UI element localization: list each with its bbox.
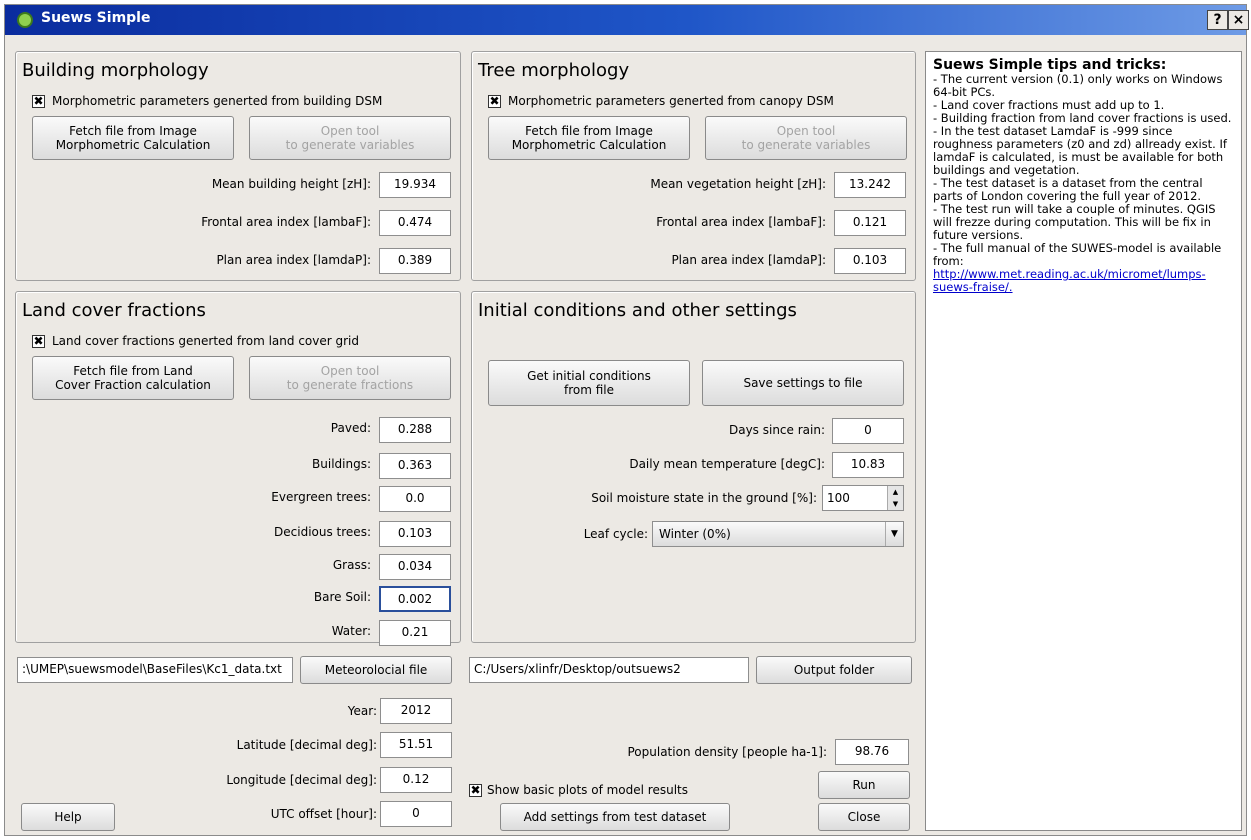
title-bar: Suews Simple ? × — [5, 5, 1249, 35]
tree-height-label: Mean vegetation height [zH]: — [650, 177, 826, 191]
chevron-down-icon: ▼ — [885, 522, 903, 546]
initial-conditions-title: Initial conditions and other settings — [478, 300, 797, 321]
bare-soil-field[interactable]: 0.002 — [379, 586, 451, 612]
qgis-logo-icon — [17, 12, 33, 28]
window-title: Suews Simple — [41, 10, 151, 26]
paved-label: Paved: — [330, 421, 371, 435]
days-since-rain-label: Days since rain: — [728, 423, 825, 437]
tree-height-field[interactable]: 13.242 — [834, 172, 906, 198]
year-field[interactable]: 2012 — [380, 698, 452, 724]
tips-title: Suews Simple tips and tricks: — [933, 57, 1167, 73]
close-title-button[interactable]: × — [1228, 10, 1249, 30]
land-cover-group: Land cover fractions ✖ Land cover fracti… — [15, 291, 461, 646]
tips-line: - The full manual of the SUWES-model is … — [933, 241, 1222, 268]
spin-down-icon[interactable]: ▼ — [888, 498, 903, 510]
help-title-button[interactable]: ? — [1207, 10, 1228, 30]
building-height-field[interactable]: 19.934 — [379, 172, 451, 198]
fetch-building-button[interactable]: Fetch file from Image Morphometric Calcu… — [32, 116, 234, 160]
buildings-label: Buildings: — [312, 457, 371, 471]
help-button[interactable]: Help — [21, 803, 115, 831]
population-density-field[interactable]: 98.76 — [835, 739, 909, 765]
building-frontal-field[interactable]: 0.474 — [379, 210, 451, 236]
initial-conditions-group: Initial conditions and other settings Ge… — [471, 291, 916, 643]
latitude-label: Latitude [decimal deg]: — [236, 738, 377, 752]
tree-frontal-field[interactable]: 0.121 — [834, 210, 906, 236]
building-dsm-label: Morphometric parameters generted from bu… — [52, 94, 383, 108]
met-file-path-field[interactable]: :\UMEP\suewsmodel\BaseFiles\Kc1_data.txt — [17, 657, 293, 683]
close-button[interactable]: Close — [818, 803, 910, 831]
open-land-cover-tool-button[interactable]: Open tool to generate fractions — [249, 356, 451, 400]
water-field[interactable]: 0.21 — [379, 620, 451, 646]
save-settings-button[interactable]: Save settings to file — [702, 360, 904, 406]
buildings-field[interactable]: 0.363 — [379, 453, 451, 479]
daily-mean-temperature-label: Daily mean temperature [degC]: — [629, 457, 825, 471]
longitude-label: Longitude [decimal deg]: — [226, 773, 377, 787]
building-plan-field[interactable]: 0.389 — [379, 248, 451, 274]
decidious-trees-label: Decidious trees: — [274, 525, 371, 539]
decidious-trees-field[interactable]: 0.103 — [379, 521, 451, 547]
land-cover-grid-label: Land cover fractions generted from land … — [52, 334, 359, 348]
get-initial-conditions-button[interactable]: Get initial conditions from file — [488, 360, 690, 406]
tree-frontal-label: Frontal area index [lambaF]: — [656, 215, 826, 229]
days-since-rain-field[interactable]: 0 — [832, 418, 904, 444]
fetch-land-cover-button[interactable]: Fetch file from Land Cover Fraction calc… — [32, 356, 234, 400]
tree-plan-label: Plan area index [lamdaP]: — [671, 253, 826, 267]
leaf-cycle-select[interactable]: Winter (0%) ▼ — [652, 521, 904, 547]
land-cover-grid-checkbox[interactable]: ✖ — [32, 335, 45, 348]
tree-morphology-title: Tree morphology — [478, 60, 630, 81]
fetch-tree-button[interactable]: Fetch file from Image Morphometric Calcu… — [488, 116, 690, 160]
manual-link[interactable]: http://www.met.reading.ac.uk/micromet/lu… — [933, 268, 1234, 294]
utc-offset-field[interactable]: 0 — [380, 801, 452, 827]
bare-soil-label: Bare Soil: — [313, 590, 371, 604]
evergreen-trees-field[interactable]: 0.0 — [379, 486, 451, 512]
tips-line: - The current version (0.1) only works o… — [933, 72, 1223, 99]
utc-offset-label: UTC offset [hour]: — [270, 807, 377, 821]
soil-moisture-spinbox[interactable]: 100 ▲ ▼ — [822, 485, 904, 511]
meteorological-file-button[interactable]: Meteorolocial file — [300, 656, 452, 684]
output-folder-path-field[interactable]: C:/Users/xlinfr/Desktop/outsuews2 — [469, 657, 749, 683]
open-building-tool-button[interactable]: Open tool to generate variables — [249, 116, 451, 160]
tips-line: - The test run will take a couple of min… — [933, 202, 1216, 242]
longitude-field[interactable]: 0.12 — [380, 767, 452, 793]
canopy-dsm-checkbox[interactable]: ✖ — [488, 95, 501, 108]
building-morphology-title: Building morphology — [22, 60, 209, 81]
building-plan-label: Plan area index [lamdaP]: — [216, 253, 371, 267]
daily-mean-temperature-field[interactable]: 10.83 — [832, 452, 904, 478]
paved-field[interactable]: 0.288 — [379, 417, 451, 443]
latitude-field[interactable]: 51.51 — [380, 732, 452, 758]
grass-field[interactable]: 0.034 — [379, 554, 451, 580]
year-label: Year: — [347, 704, 377, 718]
building-dsm-checkbox[interactable]: ✖ — [32, 95, 45, 108]
tips-panel: Suews Simple tips and tricks: - The curr… — [925, 51, 1242, 831]
tips-line: - The test dataset is a dataset from the… — [933, 176, 1203, 203]
building-height-label: Mean building height [zH]: — [211, 177, 371, 191]
tree-plan-field[interactable]: 0.103 — [834, 248, 906, 274]
leaf-cycle-value: Winter (0%) — [659, 527, 731, 541]
show-plots-label: Show basic plots of model results — [487, 783, 688, 797]
evergreen-trees-label: Evergreen trees: — [271, 490, 371, 504]
show-plots-checkbox[interactable]: ✖ — [469, 784, 482, 797]
population-density-label: Population density [people ha-1]: — [627, 745, 828, 759]
land-cover-title: Land cover fractions — [22, 300, 206, 321]
canopy-dsm-label: Morphometric parameters generted from ca… — [508, 94, 834, 108]
open-tree-tool-button[interactable]: Open tool to generate variables — [705, 116, 907, 160]
output-folder-button[interactable]: Output folder — [756, 656, 912, 684]
grass-label: Grass: — [332, 558, 371, 572]
tips-line: - In the test dataset LamdaF is -999 sin… — [933, 124, 1227, 177]
soil-moisture-value: 100 — [827, 491, 850, 505]
suews-simple-dialog: Suews Simple ? × Building morphology ✖ M… — [4, 4, 1249, 836]
leaf-cycle-label: Leaf cycle: — [583, 527, 648, 541]
water-label: Water: — [331, 624, 371, 638]
soil-moisture-label: Soil moisture state in the ground [%]: — [591, 491, 817, 505]
building-frontal-label: Frontal area index [lambaF]: — [201, 215, 371, 229]
spin-up-icon[interactable]: ▲ — [888, 486, 903, 498]
soil-moisture-stepper[interactable]: ▲ ▼ — [887, 486, 903, 510]
tree-morphology-group: Tree morphology ✖ Morphometric parameter… — [471, 51, 916, 281]
building-morphology-group: Building morphology ✖ Morphometric param… — [15, 51, 461, 281]
add-test-settings-button[interactable]: Add settings from test dataset — [500, 803, 730, 831]
run-button[interactable]: Run — [818, 771, 910, 799]
